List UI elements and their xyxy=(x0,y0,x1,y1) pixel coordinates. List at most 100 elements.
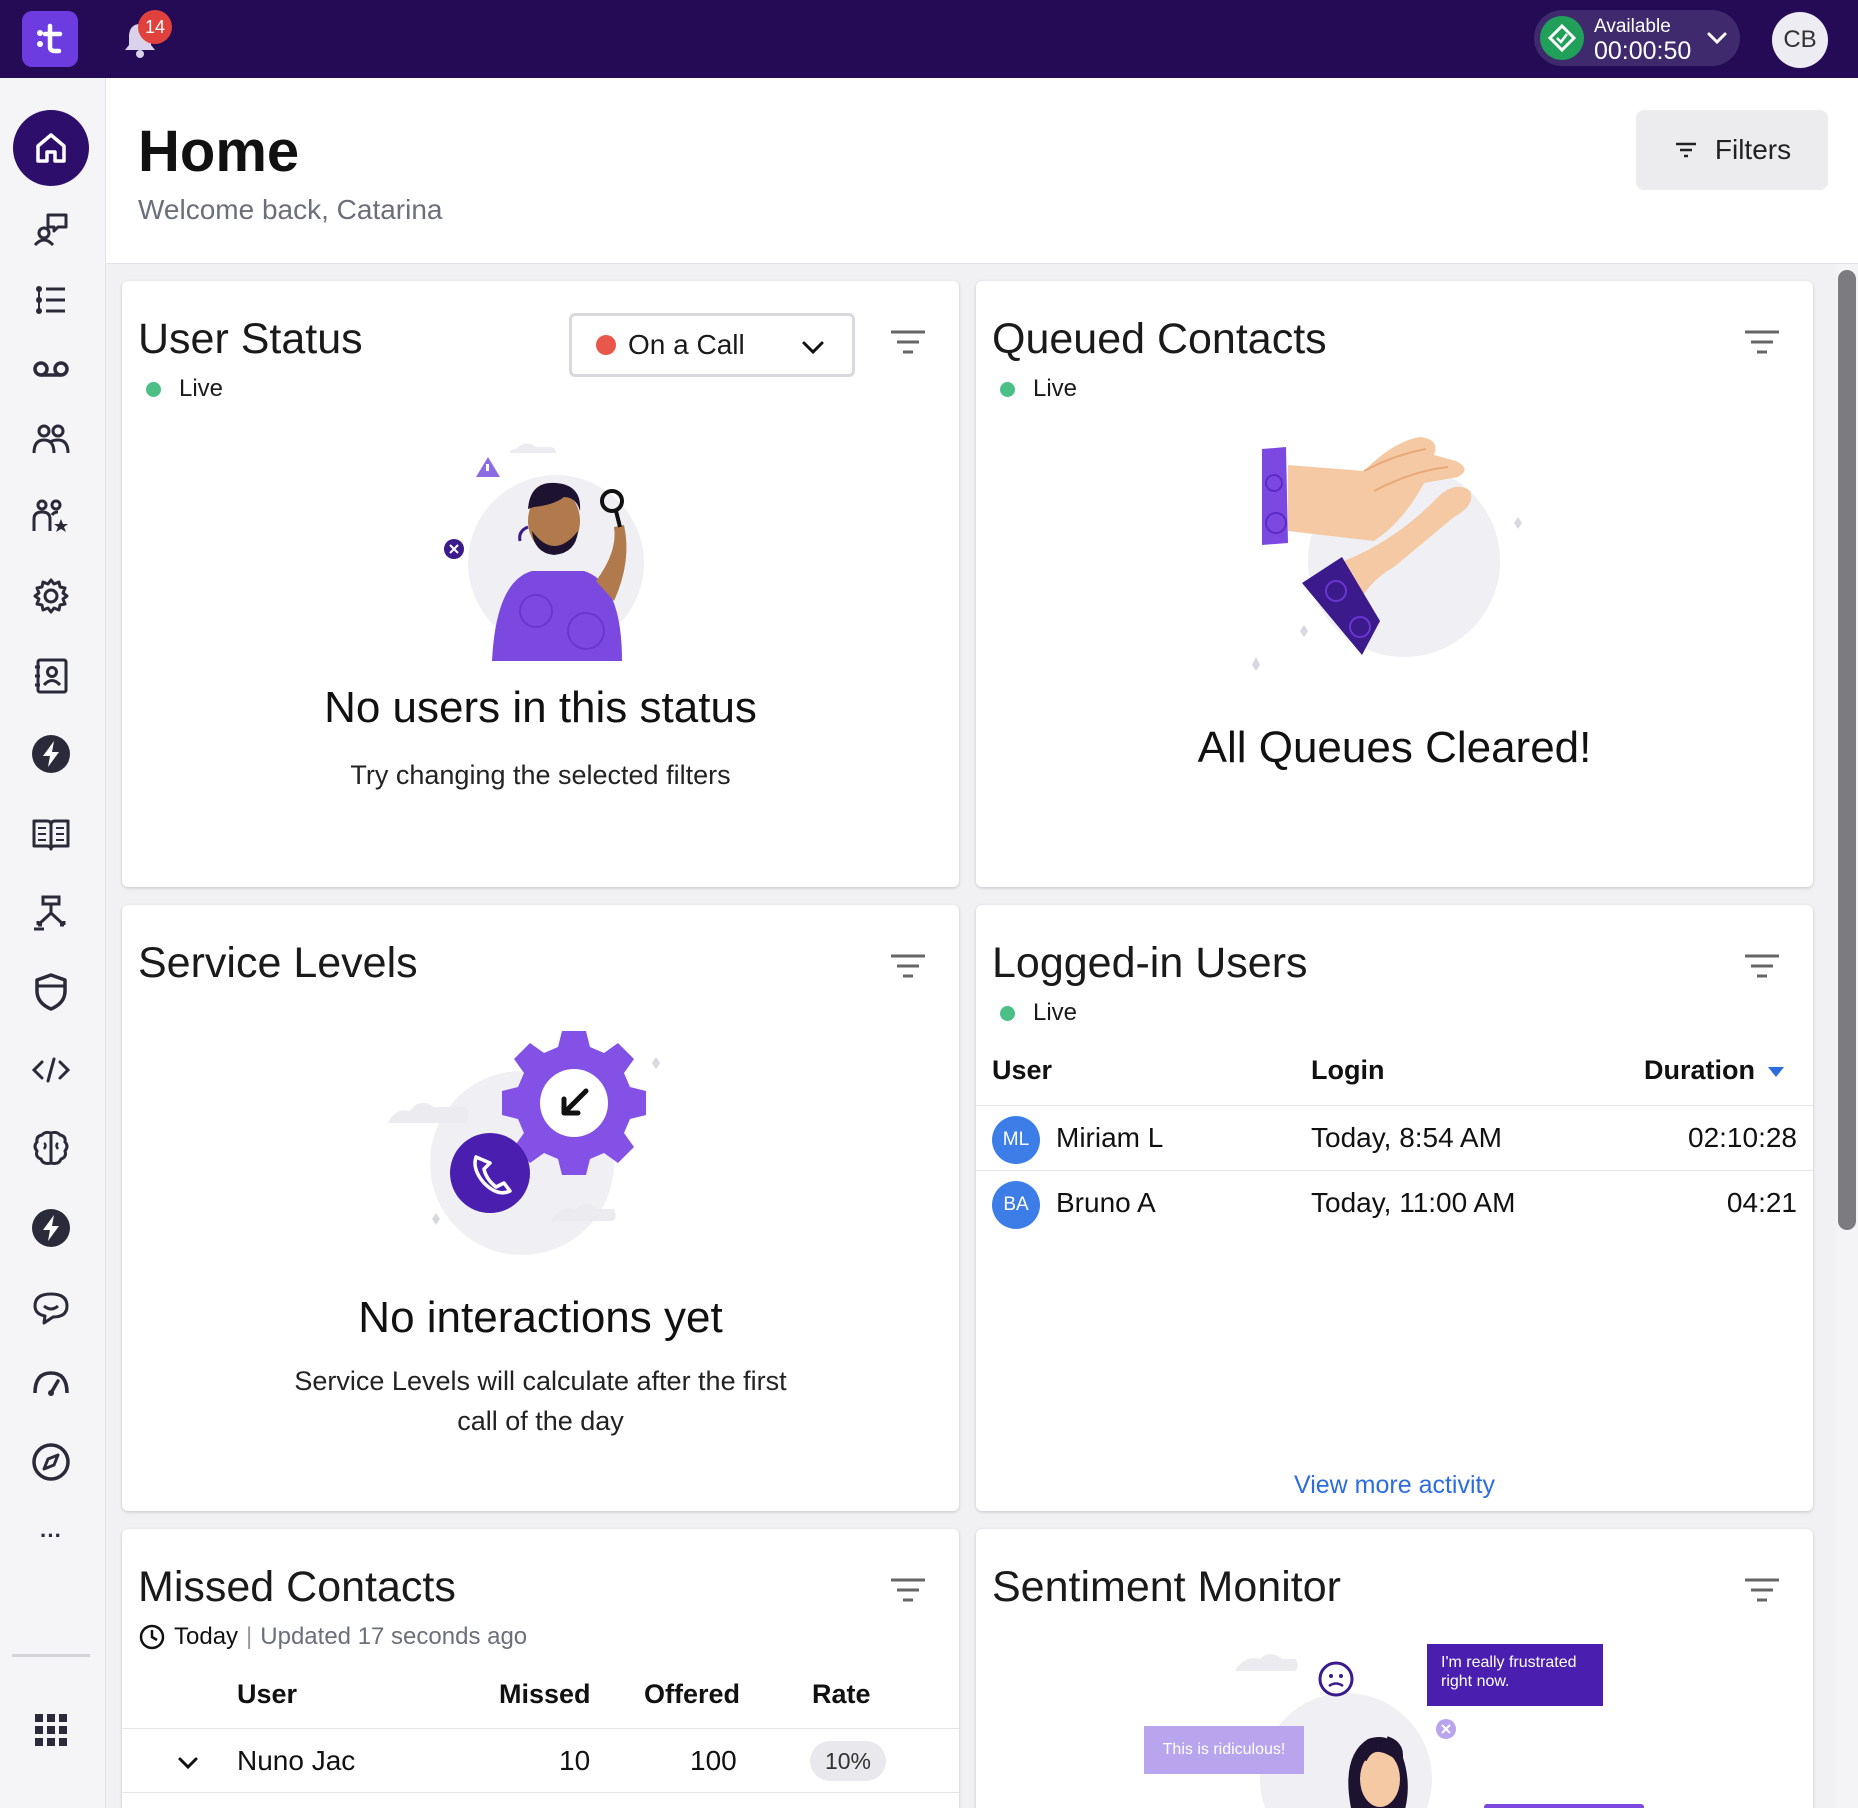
card-filter-icon[interactable] xyxy=(888,1571,928,1611)
search-illustration xyxy=(444,443,644,661)
last-updated: Today | Updated 17 seconds ago xyxy=(138,1623,527,1651)
card-filter-icon[interactable] xyxy=(1742,947,1782,987)
login-time: Today, 11:00 AM xyxy=(1311,1187,1516,1218)
chevron-down-icon[interactable] xyxy=(176,1751,200,1775)
column-header-login[interactable]: Login xyxy=(1311,1055,1384,1086)
sentiment-monitor-card: Sentiment Monitor I'm really frustrated … xyxy=(976,1529,1813,1808)
availability-selector[interactable]: Available 00:00:50 xyxy=(1534,10,1740,66)
users-icon xyxy=(32,424,70,454)
list-icon xyxy=(36,286,65,314)
column-header-duration[interactable]: Duration xyxy=(1644,1055,1755,1086)
compass-icon xyxy=(32,1443,70,1481)
offered-count: 100 xyxy=(690,1745,737,1776)
frustrated-speech-bubble: I'm really frustrated right now. xyxy=(1427,1644,1603,1706)
sidebar-item-security[interactable] xyxy=(13,954,89,1030)
user-avatar[interactable]: CB xyxy=(1772,12,1828,68)
table-row[interactable]: Nuno Jac 10 100 10% xyxy=(122,1731,959,1793)
user-name: Miriam L xyxy=(1056,1122,1164,1153)
sidebar-item-explore[interactable] xyxy=(13,1424,89,1500)
filters-label: Filters xyxy=(1714,134,1792,165)
shield-icon xyxy=(35,973,67,1011)
sort-descending-icon[interactable] xyxy=(1766,1065,1786,1079)
duration: 02:10:28 xyxy=(1688,1122,1797,1153)
sidebar-item-knowledge[interactable] xyxy=(13,796,89,872)
service-levels-illustration xyxy=(388,1031,660,1255)
status-dot xyxy=(596,335,616,355)
login-time: Today, 8:54 AM xyxy=(1311,1122,1502,1153)
card-filter-icon[interactable] xyxy=(1742,1571,1782,1611)
notification-badge: 14 xyxy=(138,10,172,44)
sidebar-item-performance[interactable] xyxy=(13,1346,89,1422)
avatar: BA xyxy=(992,1181,1040,1229)
top-bar: 14 Available 00:00:50 CB xyxy=(0,0,1858,78)
sidebar-item-conversations[interactable] xyxy=(13,190,89,266)
sidebar-item-automations[interactable] xyxy=(13,716,89,792)
table-row[interactable]: ML Miriam L Today, 8:54 AM 02:10:28 xyxy=(976,1105,1813,1169)
page-header: Home Welcome back, Catarina Filters xyxy=(106,78,1858,264)
sidebar-item-chat[interactable] xyxy=(13,1270,89,1346)
column-header-rate[interactable]: Rate xyxy=(812,1679,871,1710)
view-more-activity-link[interactable]: View more activity xyxy=(976,1471,1813,1500)
app-logo[interactable] xyxy=(22,11,78,67)
home-icon xyxy=(36,133,66,163)
missed-contacts-card: Missed Contacts Today | Updated 17 secon… xyxy=(122,1529,959,1808)
talkdesk-logo-icon xyxy=(37,23,63,54)
gear-icon xyxy=(33,578,69,614)
separator: | xyxy=(246,1623,253,1650)
grid-icon xyxy=(35,1714,67,1746)
bubble-text-line1: I'm really frustrated xyxy=(1441,1654,1577,1671)
table-header: User Missed Offered Rate xyxy=(122,1679,959,1729)
sidebar-item-ai[interactable] xyxy=(13,1110,89,1186)
table-row[interactable]: BA Bruno A Today, 11:00 AM 04:21 xyxy=(976,1170,1813,1234)
sidebar-item-contacts[interactable] xyxy=(13,638,89,714)
speedometer-icon xyxy=(33,1371,69,1396)
column-header-offered[interactable]: Offered xyxy=(644,1679,740,1710)
chat-bubble-icon xyxy=(33,1292,69,1325)
user-name: Bruno A xyxy=(1056,1187,1156,1218)
column-header-user[interactable]: User xyxy=(992,1055,1052,1086)
filters-button[interactable]: Filters xyxy=(1636,110,1828,190)
availability-timer: 00:00:50 xyxy=(1594,37,1692,65)
voicemail-icon xyxy=(33,361,69,377)
chevron-down-icon xyxy=(1707,32,1727,45)
availability-label: Available xyxy=(1594,16,1671,37)
sidebar-item-developer[interactable] xyxy=(13,1032,89,1108)
sidebar-apps[interactable] xyxy=(13,1692,89,1768)
user-rating-icon xyxy=(32,499,68,532)
duration: 04:21 xyxy=(1726,1187,1797,1218)
flow-icon xyxy=(34,895,66,931)
live-label: Live xyxy=(179,375,224,402)
live-dot xyxy=(1000,1005,1015,1021)
live-label: Live xyxy=(1033,999,1078,1026)
empty-state-subtitle-line2: call of the day xyxy=(457,1406,624,1436)
sidebar-item-home[interactable] xyxy=(13,110,89,186)
card-filter-icon[interactable] xyxy=(888,947,928,987)
user-name: Nuno Jac xyxy=(237,1745,356,1776)
status-dropdown[interactable]: On a Call xyxy=(569,313,855,377)
page-title: Home xyxy=(138,119,300,184)
sidebar-item-list[interactable] xyxy=(13,262,89,338)
live-indicator: Live xyxy=(146,375,223,403)
clock-icon xyxy=(139,1624,165,1650)
sidebar-item-automations-2[interactable] xyxy=(13,1190,89,1266)
sidebar-item-settings[interactable] xyxy=(13,558,89,634)
sidebar-more[interactable]: ··· xyxy=(13,1498,89,1574)
card-title: Missed Contacts xyxy=(138,1563,456,1611)
scrollbar-thumb[interactable] xyxy=(1838,270,1856,1230)
sidebar-item-users[interactable] xyxy=(13,400,89,476)
period-label: Today xyxy=(174,1623,239,1650)
sidebar-item-voicemail[interactable] xyxy=(13,330,89,406)
live-dot xyxy=(146,381,161,397)
sidebar: ··· xyxy=(0,78,106,1808)
card-filter-icon[interactable] xyxy=(1742,323,1782,363)
bubble-text-line2: right now. xyxy=(1441,1673,1510,1690)
sidebar-item-flows[interactable] xyxy=(13,876,89,952)
conversation-icon xyxy=(33,213,68,247)
live-indicator: Live xyxy=(1000,999,1077,1027)
avatar: ML xyxy=(992,1116,1040,1164)
card-filter-icon[interactable] xyxy=(888,323,928,363)
column-header-user[interactable]: User xyxy=(237,1679,297,1710)
sidebar-item-ratings[interactable] xyxy=(13,478,89,554)
column-header-missed[interactable]: Missed xyxy=(499,1679,591,1710)
card-title: User Status xyxy=(138,315,363,363)
